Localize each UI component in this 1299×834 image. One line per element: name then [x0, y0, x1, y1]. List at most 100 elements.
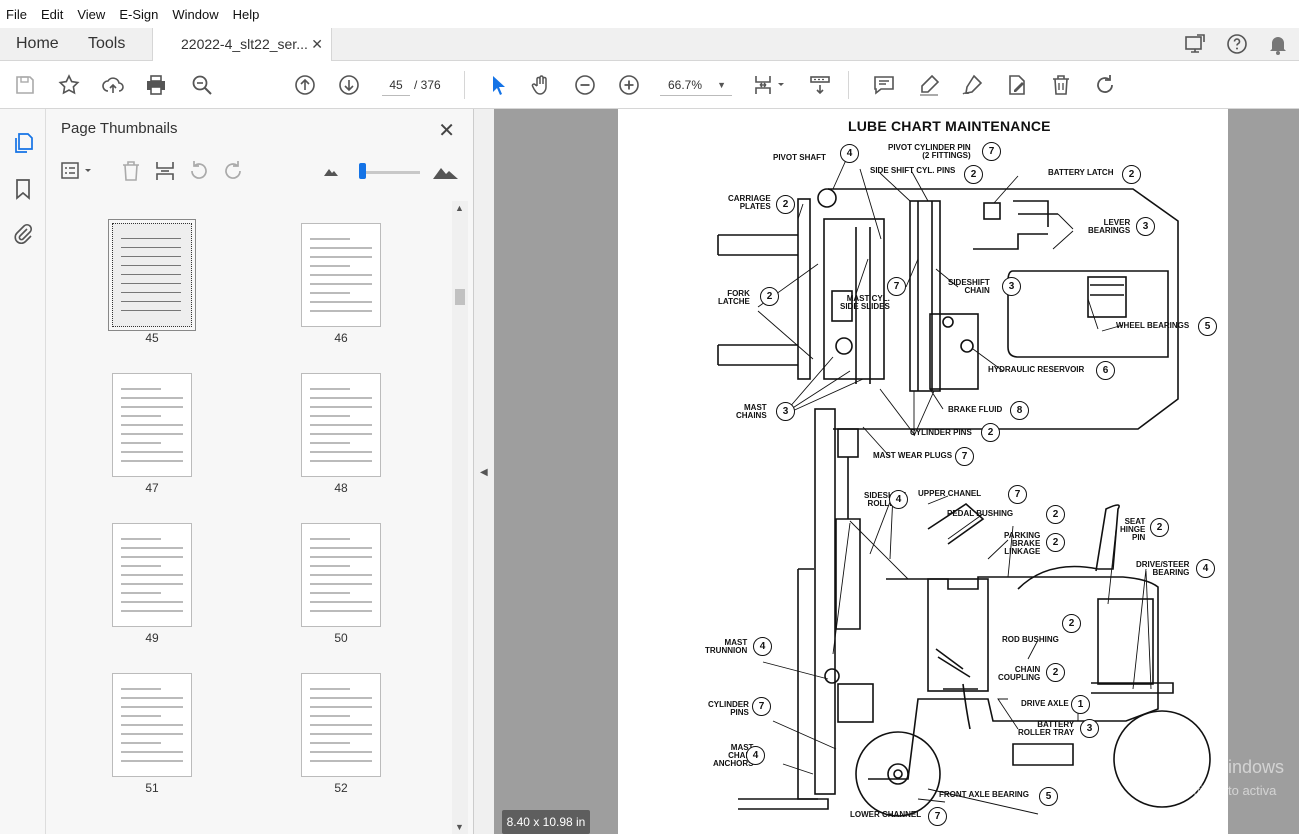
document-view[interactable]: LUBE CHART MAINTENANCE PIVOT SHAFT 4 PIVOT…	[494, 109, 1299, 834]
page-thumbnail-label: 47	[145, 481, 159, 495]
fit-page-icon[interactable]	[752, 73, 788, 97]
select-cursor-icon[interactable]	[486, 73, 510, 97]
scroll-up-icon[interactable]: ▲	[455, 203, 464, 213]
diagram-callout-number: 2	[1046, 663, 1065, 682]
thumbnail-content-line	[121, 556, 183, 558]
scroll-down-icon[interactable]: ▼	[455, 822, 464, 832]
panel-close-icon[interactable]: ✕	[438, 118, 455, 143]
thumbnail-content-line	[310, 424, 372, 426]
insert-page-icon[interactable]	[153, 159, 177, 183]
diagram-callout-number: 2	[1062, 614, 1081, 633]
save-icon[interactable]	[13, 73, 37, 97]
zoom-in-icon[interactable]	[617, 73, 641, 97]
page-total: / 376	[414, 78, 441, 92]
menu-help[interactable]: Help	[233, 7, 260, 22]
scroll-mode-icon[interactable]	[808, 73, 832, 97]
help-icon[interactable]	[1225, 32, 1249, 56]
zoom-out-icon[interactable]	[573, 73, 597, 97]
diagram-callout-number: 7	[887, 277, 906, 296]
page-thumbnail[interactable]	[301, 673, 381, 777]
notifications-bell-icon[interactable]	[1266, 32, 1290, 56]
menu-view[interactable]: View	[77, 7, 105, 22]
tab-tools[interactable]: Tools	[88, 28, 125, 61]
page-thumbnail[interactable]	[301, 373, 381, 477]
redo-rotate-icon[interactable]	[1093, 73, 1117, 97]
highlight-pen-icon[interactable]	[917, 73, 941, 97]
edit-document-icon[interactable]	[1005, 73, 1029, 97]
thumbnail-scrollbar[interactable]: ▲ ▼	[452, 201, 468, 834]
diagram-callout-label: LOWER CHANNEL	[850, 810, 922, 819]
zoom-search-icon[interactable]	[190, 73, 214, 97]
page-thumbnails-panel: Page Thumbnails ✕ 45 46 47 48 49 50 51 52 ▲	[46, 109, 474, 834]
menu-file[interactable]: File	[6, 7, 27, 22]
bookmarks-icon[interactable]	[11, 177, 35, 201]
thumbnail-content-line	[310, 547, 372, 549]
diagram-callout-label: MAST CYL. SIDE SLIDES	[840, 294, 890, 311]
toolbar-divider	[464, 71, 465, 99]
slider-handle[interactable]	[359, 163, 366, 179]
hand-tool-icon[interactable]	[529, 73, 553, 97]
menu-esign[interactable]: E-Sign	[119, 7, 158, 22]
thumbnail-content-line	[121, 583, 183, 585]
upload-cloud-icon[interactable]	[101, 73, 125, 97]
thumbnail-content-line	[310, 715, 350, 717]
page-thumbnail[interactable]	[301, 223, 381, 327]
zoom-level-select[interactable]: 66.7% ▼	[660, 74, 732, 96]
diagram-callout-label: PARKING BRAKE LINKAGE	[1004, 531, 1041, 556]
previous-page-icon[interactable]	[293, 73, 317, 97]
diagram-callout-label: BATTERY ROLLER TRAY	[1018, 720, 1075, 737]
print-icon[interactable]	[144, 73, 168, 97]
thumbnail-size-large-icon[interactable]	[432, 159, 460, 183]
page-thumbnail[interactable]	[112, 673, 192, 777]
diagram-callout-label: PIVOT CYLINDER PIN (2 FITTINGS)	[888, 143, 971, 160]
next-page-icon[interactable]	[337, 73, 361, 97]
thumbnail-content-line	[121, 706, 183, 708]
diagram-callout-number: 8	[1010, 401, 1029, 420]
thumbnail-size-slider[interactable]	[359, 163, 420, 179]
rotate-counterclockwise-icon[interactable]	[187, 159, 211, 183]
page-size-badge: 8.40 x 10.98 in	[502, 810, 590, 834]
thumbnail-grid: 45 46 47 48 49 50 51 52	[46, 201, 456, 834]
menu-bar: File Edit View E-Sign Window Help	[0, 0, 1299, 28]
menu-window[interactable]: Window	[172, 7, 218, 22]
thumbnail-content-line	[310, 256, 372, 258]
tab-document[interactable]: 22022-4_slt22_ser... ✕	[152, 28, 332, 62]
diagram-callout-number: 1	[1071, 695, 1090, 714]
thumbnail-content-line	[310, 310, 372, 312]
thumbnail-content-line	[310, 556, 372, 558]
page-thumbnails-icon[interactable]	[11, 131, 35, 155]
scrollbar-thumb[interactable]	[455, 289, 465, 305]
page-thumbnail-label: 51	[145, 781, 159, 795]
diagram-callout-number: 2	[964, 165, 983, 184]
panel-collapse-handle[interactable]: ◀	[474, 109, 494, 834]
comment-icon[interactable]	[872, 73, 896, 97]
page-number-input[interactable]: 45	[382, 74, 410, 96]
tab-close-icon[interactable]: ✕	[311, 28, 323, 60]
tab-home[interactable]: Home	[16, 28, 59, 61]
thumbnail-content-line	[310, 442, 350, 444]
page-thumbnail[interactable]	[108, 219, 196, 331]
attachments-paperclip-icon[interactable]	[11, 222, 35, 246]
thumbnail-content-line	[310, 265, 350, 267]
activation-watermark-subtitle: Go to Settings to activa	[1142, 783, 1277, 798]
delete-trash-icon[interactable]	[1049, 73, 1073, 97]
bookmark-star-icon[interactable]	[57, 73, 81, 97]
page-thumbnail[interactable]	[112, 373, 192, 477]
diagram-callout-number: 7	[955, 447, 974, 466]
draw-signature-icon[interactable]	[960, 73, 984, 97]
menu-edit[interactable]: Edit	[41, 7, 63, 22]
delete-page-icon[interactable]	[119, 159, 143, 183]
thumbnail-options-menu-icon[interactable]	[60, 159, 96, 183]
diagram-callout-number: 2	[981, 423, 1000, 442]
thumbnail-size-small-icon[interactable]	[322, 159, 340, 183]
thumbnail-content-line	[310, 301, 372, 303]
share-screen-icon[interactable]	[1183, 32, 1207, 56]
thumbnail-content-line	[121, 733, 183, 735]
thumbnail-content-line	[310, 433, 372, 435]
rotate-clockwise-icon[interactable]	[221, 159, 245, 183]
diagram-callout-label: SIDE SHIFT CYL. PINS	[870, 166, 956, 175]
page-thumbnail[interactable]	[301, 523, 381, 627]
thumbnail-content-line	[310, 283, 372, 285]
thumbnail-content-line	[121, 724, 183, 726]
page-thumbnail[interactable]	[112, 523, 192, 627]
